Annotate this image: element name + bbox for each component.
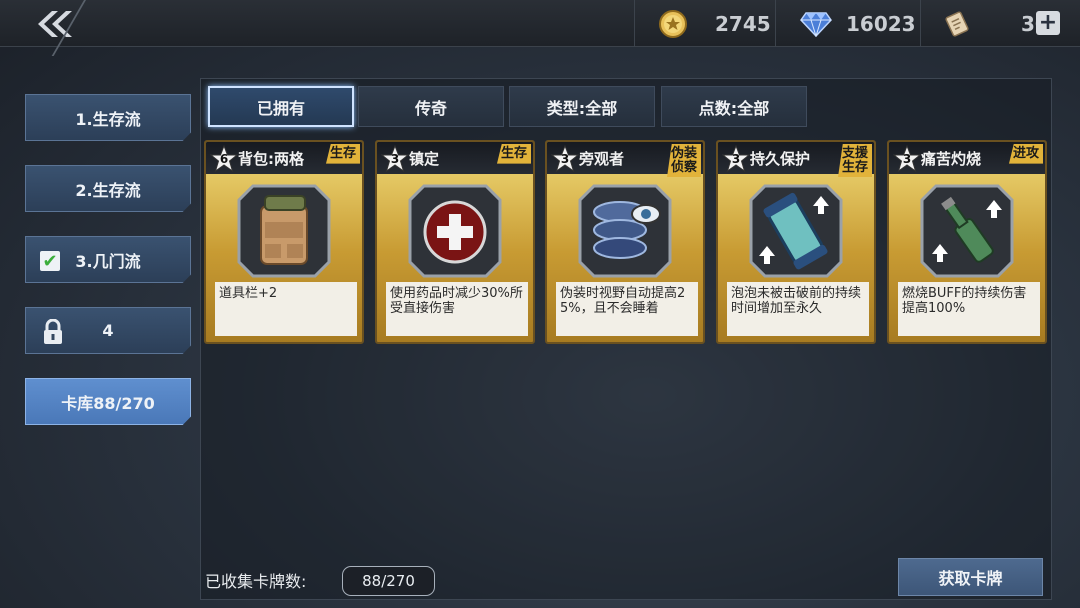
card-cost: 3 — [731, 152, 741, 166]
cost-star-icon: 6 — [209, 144, 239, 173]
diamond-icon — [800, 11, 832, 37]
backpack-icon — [237, 184, 331, 278]
eye-tires-icon — [578, 184, 672, 278]
gem-counter: 16023 — [775, 0, 919, 47]
card-tag: 生存 — [325, 144, 360, 164]
card-description: 泡泡未被击破前的持续时间增加至永久 — [727, 282, 869, 336]
cost-star-icon: 3 — [550, 144, 580, 173]
card-cost: 6 — [219, 152, 229, 166]
sidebar-item-label: 4 — [102, 321, 114, 340]
card-tag: 伪装 侦察 — [666, 144, 701, 178]
card-name: 背包:两格 — [238, 150, 304, 168]
lock-icon — [44, 319, 62, 344]
tab-cost-filter[interactable]: 点数:全部 — [661, 86, 807, 127]
tab-label: 传奇 — [414, 98, 447, 118]
checkmark-icon: ✔ — [40, 251, 60, 272]
cost-star-icon: 3 — [380, 144, 410, 173]
card-tag: 进攻 — [1008, 144, 1043, 164]
gold-value: 2745 — [715, 11, 771, 36]
molotov-bottle-icon — [920, 184, 1014, 278]
tab-label: 已拥有 — [256, 98, 305, 118]
gold-counter: 2745 — [634, 0, 774, 47]
card-name: 镇定 — [409, 150, 440, 168]
gem-value: 16023 — [846, 11, 916, 36]
cost-star-icon: 3 — [721, 144, 751, 173]
sidebar-item-deck-3[interactable]: ✔ 3.几门流 — [25, 236, 191, 283]
get-cards-button[interactable]: 获取卡牌 — [898, 558, 1043, 596]
card-cost: 3 — [390, 152, 400, 166]
double-chevron-left-icon — [38, 10, 72, 37]
bubble-canister-icon — [749, 184, 843, 278]
sidebar-item-card-library[interactable]: 卡库88/270 — [25, 378, 191, 425]
card-observer[interactable]: 3 旁观者 伪装 侦察 伪装时视野自动提高25%，且不会睡着 — [545, 140, 705, 344]
tab-owned[interactable]: 已拥有 — [208, 86, 354, 127]
card-description: 道具栏+2 — [215, 282, 357, 336]
tab-legendary[interactable]: 传奇 — [358, 86, 504, 127]
card-name: 持久保护 — [750, 150, 811, 168]
card-composure[interactable]: 3 镇定 生存 使用药品时减少30%所受直接伤害 — [375, 140, 535, 344]
card-cost: 3 — [902, 152, 912, 166]
get-cards-label: 获取卡牌 — [938, 569, 1003, 588]
card-tag: 生存 — [496, 144, 531, 164]
sidebar-item-deck-2[interactable]: 2.生存流 — [25, 165, 191, 212]
card-tag: 支援 生存 — [837, 144, 872, 178]
cost-star-icon: 3 — [892, 144, 922, 173]
card-name: 痛苦灼烧 — [921, 150, 982, 168]
sidebar-item-label: 1.生存流 — [75, 109, 141, 129]
card-lasting-protection[interactable]: 3 持久保护 支援 生存 泡泡未被击破前的持续时间增加至永久 — [716, 140, 876, 344]
card-description: 伪装时视野自动提高25%，且不会睡着 — [556, 282, 698, 336]
sidebar-item-deck-1[interactable]: 1.生存流 — [25, 94, 191, 141]
card-painful-burn[interactable]: 3 痛苦灼烧 进攻 燃烧BUFF的持续伤害提高100% — [887, 140, 1047, 344]
card-cost: 3 — [560, 152, 570, 166]
collected-cards-label: 已收集卡牌数: — [205, 572, 307, 591]
card-description: 使用药品时减少30%所受直接伤害 — [386, 282, 528, 336]
card-backpack[interactable]: 6 背包:两格 生存 道具栏+2 — [204, 140, 364, 344]
medical-cross-icon — [408, 184, 502, 278]
top-bar: 2745 16023 30 + — [0, 0, 1080, 56]
sidebar-item-label: 卡库88/270 — [61, 393, 155, 413]
card-description: 燃烧BUFF的持续伤害提高100% — [898, 282, 1040, 336]
sidebar-item-deck-4-locked[interactable]: 4 — [25, 307, 191, 354]
collected-cards-value: 88/270 — [342, 566, 435, 596]
card-name: 旁观者 — [579, 150, 625, 168]
tab-type-filter[interactable]: 类型:全部 — [509, 86, 655, 127]
scroll-ticket-icon — [945, 10, 969, 37]
add-tickets-button[interactable]: + — [1036, 11, 1060, 35]
tab-label: 点数:全部 — [698, 98, 770, 118]
tab-label: 类型:全部 — [546, 98, 618, 118]
gold-coin-icon — [659, 9, 687, 38]
sidebar-item-label: 2.生存流 — [75, 180, 141, 200]
sidebar-item-label: 3.几门流 — [75, 251, 141, 271]
